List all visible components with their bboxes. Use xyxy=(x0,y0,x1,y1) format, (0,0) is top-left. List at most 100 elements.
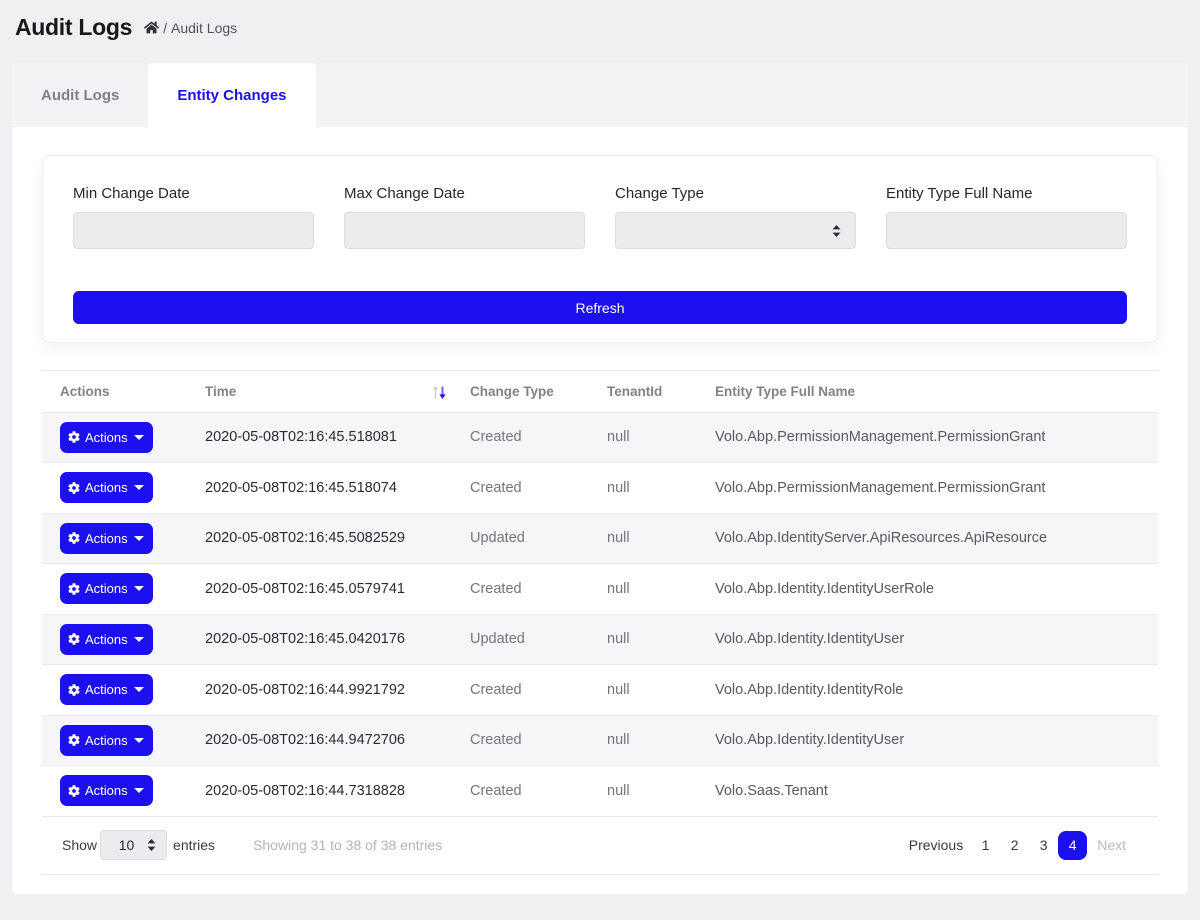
gear-icon xyxy=(68,583,80,595)
caret-down-icon xyxy=(134,586,144,591)
max-change-date-input[interactable] xyxy=(345,213,584,248)
table-info: Showing 31 to 38 of 38 entries xyxy=(253,837,442,853)
page-size-select[interactable]: 10 xyxy=(100,830,167,860)
cell-entity: Volo.Abp.Identity.IdentityUser xyxy=(697,614,1158,665)
cell-time: 2020-05-08T02:16:45.0579741 xyxy=(187,564,452,615)
row-actions-button[interactable]: Actions xyxy=(60,472,153,503)
entity-type-input[interactable] xyxy=(887,213,1126,248)
cell-type: Created xyxy=(452,715,589,766)
pagination-next[interactable]: Next xyxy=(1095,831,1128,860)
caret-down-icon xyxy=(134,738,144,743)
page-size-updown-icon xyxy=(147,839,156,851)
page-header: Audit Logs / Audit Logs xyxy=(0,0,1200,63)
col-header-actions[interactable]: Actions xyxy=(42,371,187,412)
cell-tenant: null xyxy=(589,665,697,716)
cell-tenant: null xyxy=(589,614,697,665)
breadcrumb-current: Audit Logs xyxy=(171,20,237,36)
table-header-row: Actions Time Change Typ xyxy=(42,371,1158,412)
refresh-button[interactable]: Refresh xyxy=(73,291,1127,324)
content-panel: Audit Logs Entity Changes Min Change Dat… xyxy=(12,63,1188,894)
entries-label: entries xyxy=(173,837,215,853)
pagination-page-2[interactable]: 2 xyxy=(1000,831,1029,860)
table-row: Actions2020-05-08T02:16:45.518081Created… xyxy=(42,412,1158,463)
cell-type: Updated xyxy=(452,614,589,665)
select-updown-icon xyxy=(832,225,841,237)
cell-time: 2020-05-08T02:16:44.7318828 xyxy=(187,766,452,817)
cell-type: Created xyxy=(452,564,589,615)
breadcrumb: / Audit Logs xyxy=(144,20,237,36)
min-change-date-label: Min Change Date xyxy=(73,185,314,203)
caret-down-icon xyxy=(134,435,144,440)
gear-icon xyxy=(68,684,80,696)
change-type-select[interactable] xyxy=(615,212,856,249)
cell-tenant: null xyxy=(589,513,697,564)
gear-icon xyxy=(68,532,80,544)
table-row: Actions2020-05-08T02:16:45.518074Created… xyxy=(42,463,1158,514)
cell-time: 2020-05-08T02:16:44.9921792 xyxy=(187,665,452,716)
caret-down-icon xyxy=(134,536,144,541)
tab-strip: Audit Logs Entity Changes xyxy=(12,63,1188,127)
actions-button-label: Actions xyxy=(85,682,128,697)
entity-type-label: Entity Type Full Name xyxy=(886,185,1127,203)
cell-time: 2020-05-08T02:16:45.0420176 xyxy=(187,614,452,665)
tab-audit-logs[interactable]: Audit Logs xyxy=(12,63,148,127)
caret-down-icon xyxy=(134,637,144,642)
sort-icon xyxy=(432,385,447,400)
cell-time: 2020-05-08T02:16:45.518081 xyxy=(187,412,452,463)
change-type-label: Change Type xyxy=(615,185,856,203)
filter-field-max-change-date: Max Change Date xyxy=(344,185,585,249)
gear-icon xyxy=(68,633,80,645)
actions-button-label: Actions xyxy=(85,783,128,798)
cell-tenant: null xyxy=(589,463,697,514)
min-change-date-input[interactable] xyxy=(74,213,313,248)
cell-type: Updated xyxy=(452,513,589,564)
cell-entity: Volo.Abp.Identity.IdentityUserRole xyxy=(697,564,1158,615)
row-actions-button[interactable]: Actions xyxy=(60,775,153,806)
pagination-previous[interactable]: Previous xyxy=(907,831,965,860)
col-header-tenantid[interactable]: TenantId xyxy=(589,371,697,412)
breadcrumb-separator: / xyxy=(163,20,167,36)
home-icon[interactable] xyxy=(144,20,159,35)
cell-tenant: null xyxy=(589,766,697,817)
show-label: Show xyxy=(62,837,97,853)
filter-row: Min Change Date Max Change Date Change T… xyxy=(73,185,1127,249)
row-actions-button[interactable]: Actions xyxy=(60,573,153,604)
row-actions-button[interactable]: Actions xyxy=(60,624,153,655)
col-header-entity-type[interactable]: Entity Type Full Name xyxy=(697,371,1158,412)
pagination-page-1[interactable]: 1 xyxy=(971,831,1000,860)
row-actions-button[interactable]: Actions xyxy=(60,422,153,453)
cell-type: Created xyxy=(452,463,589,514)
gear-icon xyxy=(68,734,80,746)
tab-panel-entity-changes: Min Change Date Max Change Date Change T… xyxy=(12,127,1188,895)
pagination-page-4[interactable]: 4 xyxy=(1058,831,1087,860)
caret-down-icon xyxy=(134,788,144,793)
entity-changes-table: Actions Time Change Typ xyxy=(42,371,1158,817)
actions-button-label: Actions xyxy=(85,632,128,647)
max-change-date-label: Max Change Date xyxy=(344,185,585,203)
row-actions-button[interactable]: Actions xyxy=(60,725,153,756)
cell-type: Created xyxy=(452,665,589,716)
actions-button-label: Actions xyxy=(85,581,128,596)
row-actions-button[interactable]: Actions xyxy=(60,674,153,705)
gear-icon xyxy=(68,785,80,797)
cell-tenant: null xyxy=(589,412,697,463)
table-row: Actions 2020-05-08T02:16:45.0579741Create… xyxy=(42,564,1158,615)
table-footer: Show 10 entries Showing 31 to 38 of 38 e… xyxy=(42,817,1158,874)
row-actions-button[interactable]: Actions xyxy=(60,523,153,554)
actions-button-label: Actions xyxy=(85,430,128,445)
caret-down-icon xyxy=(134,687,144,692)
cell-entity: Volo.Abp.PermissionManagement.Permission… xyxy=(697,412,1158,463)
pagination-page-3[interactable]: 3 xyxy=(1029,831,1058,860)
cell-entity: Volo.Abp.IdentityServer.ApiResources.Api… xyxy=(697,513,1158,564)
table-row: Actions 2020-05-08T02:16:44.9921792Create… xyxy=(42,665,1158,716)
page-title: Audit Logs xyxy=(15,14,132,41)
gear-icon xyxy=(68,431,80,443)
tab-entity-changes[interactable]: Entity Changes xyxy=(148,63,315,127)
table-row: Actions2020-05-08T02:16:44.9472706Create… xyxy=(42,715,1158,766)
actions-button-label: Actions xyxy=(85,733,128,748)
actions-button-label: Actions xyxy=(85,531,128,546)
cell-tenant: null xyxy=(589,564,697,615)
col-header-change-type[interactable]: Change Type xyxy=(452,371,589,412)
col-header-time[interactable]: Time xyxy=(187,371,452,412)
cell-entity: Volo.Abp.Identity.IdentityUser xyxy=(697,715,1158,766)
